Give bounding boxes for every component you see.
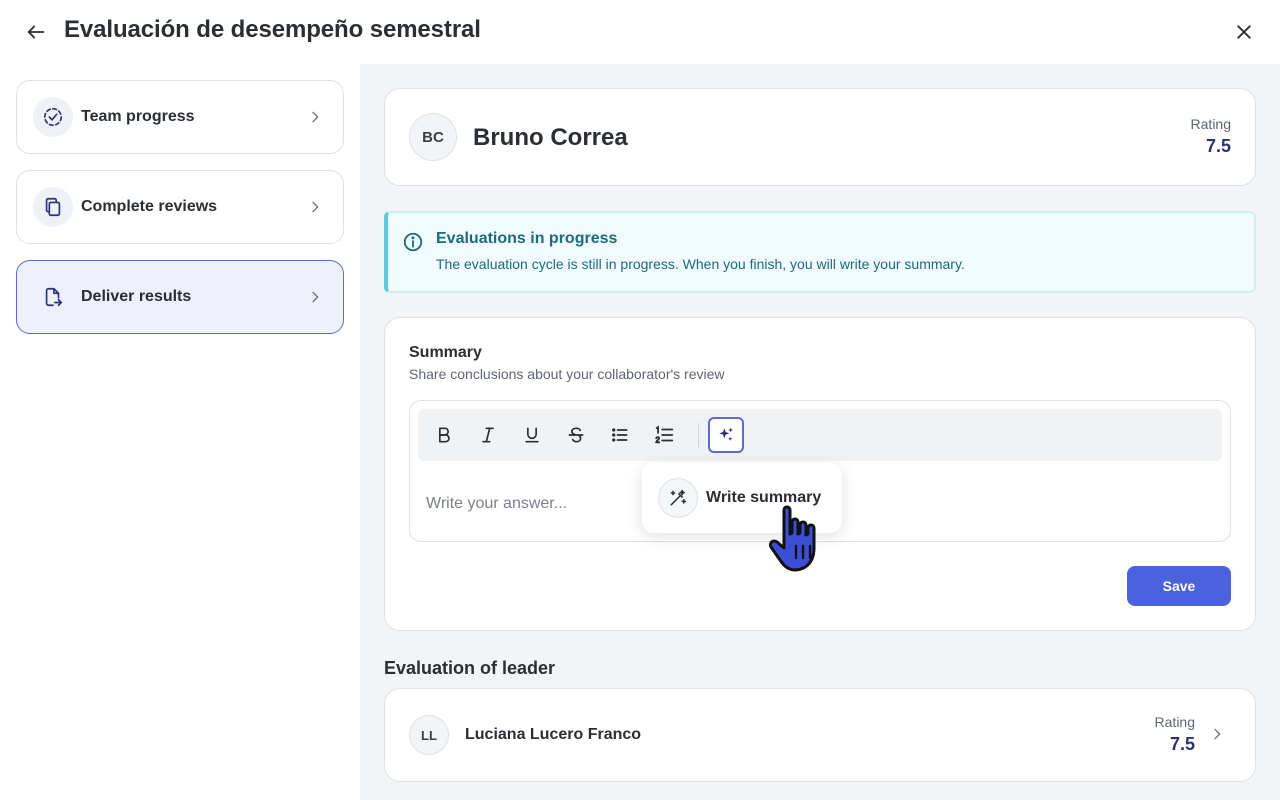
- bullet-list-icon: [612, 428, 628, 442]
- leader-name: Luciana Lucero Franco: [465, 726, 642, 743]
- file-export-icon: [33, 277, 73, 317]
- sidebar-item-label: Team progress: [81, 108, 195, 125]
- summary-card: Summary Share conclusions about your col…: [384, 317, 1256, 631]
- chevron-right-icon: [305, 107, 325, 127]
- summary-editor[interactable]: Write your answer... Write summary: [409, 400, 1231, 542]
- strikethrough-button[interactable]: [560, 419, 592, 451]
- header-bar: Evaluación de desempeño semestral: [0, 0, 1280, 64]
- editor-placeholder: Write your answer...: [426, 495, 568, 512]
- chevron-right-icon: [1209, 726, 1229, 746]
- info-icon: [403, 232, 423, 252]
- leader-card[interactable]: LL Luciana Lucero Franco Rating 7.5: [384, 688, 1256, 782]
- banner-title: Evaluations in progress: [436, 230, 618, 247]
- close-button[interactable]: [1230, 18, 1258, 46]
- rating-display: Rating 7.5: [1191, 116, 1231, 157]
- bold-button[interactable]: [428, 419, 460, 451]
- sidebar: Team progress Complete reviews Deliver r…: [0, 64, 360, 800]
- rating-value: 7.5: [1169, 734, 1195, 754]
- info-banner: Evaluations in progress The evaluation c…: [384, 211, 1256, 293]
- editor-toolbar: [418, 409, 1222, 461]
- write-summary-label: Write summary: [706, 489, 822, 506]
- arrow-left-icon: [27, 25, 45, 39]
- leader-rating-display: Rating 7.5: [1155, 714, 1195, 755]
- profile-card: BC Bruno Correa Rating 7.5: [384, 88, 1256, 186]
- summary-subtitle: Share conclusions about your collaborato…: [409, 366, 725, 382]
- chevron-right-icon: [305, 287, 325, 307]
- main-content: BC Bruno Correa Rating 7.5 Evaluations i…: [360, 64, 1280, 800]
- underline-icon: [525, 427, 539, 443]
- chevron-right-icon: [305, 197, 325, 217]
- sidebar-item-team-progress[interactable]: Team progress: [16, 80, 344, 154]
- numbered-list-icon: [655, 425, 674, 444]
- sidebar-item-complete-reviews[interactable]: Complete reviews: [16, 170, 344, 244]
- toolbar-divider: [698, 423, 699, 447]
- back-button[interactable]: [22, 18, 50, 46]
- bold-icon: [439, 427, 450, 443]
- write-summary-option[interactable]: Write summary: [642, 463, 842, 533]
- numbered-list-button[interactable]: [648, 419, 680, 451]
- avatar: BC: [409, 113, 457, 161]
- copy-documents-icon: [33, 187, 73, 227]
- sidebar-item-label: Deliver results: [81, 288, 192, 305]
- progress-check-icon: [33, 97, 73, 137]
- ai-sparkle-icon: [719, 427, 734, 441]
- strikethrough-icon: [568, 427, 584, 443]
- italic-icon: [482, 427, 494, 443]
- magic-wand-icon: [658, 478, 698, 518]
- rating-label: Rating: [1190, 116, 1231, 132]
- avatar: LL: [409, 715, 449, 755]
- italic-button[interactable]: [472, 419, 504, 451]
- employee-name: Bruno Correa: [473, 124, 628, 151]
- bullet-list-button[interactable]: [604, 419, 636, 451]
- summary-title: Summary: [409, 344, 482, 361]
- sidebar-item-label: Complete reviews: [81, 198, 218, 215]
- close-icon: [1237, 25, 1251, 39]
- rating-label: Rating: [1154, 714, 1195, 730]
- banner-text: The evaluation cycle is still in progres…: [436, 256, 965, 272]
- save-button[interactable]: Save: [1127, 566, 1231, 606]
- sidebar-item-deliver-results[interactable]: Deliver results: [16, 260, 344, 334]
- ai-assist-button[interactable]: [708, 417, 744, 453]
- leader-section-heading: Evaluation of leader: [384, 658, 556, 678]
- rating-value: 7.5: [1205, 136, 1231, 156]
- underline-button[interactable]: [516, 419, 548, 451]
- page-title: Evaluación de desempeño semestral: [64, 16, 481, 43]
